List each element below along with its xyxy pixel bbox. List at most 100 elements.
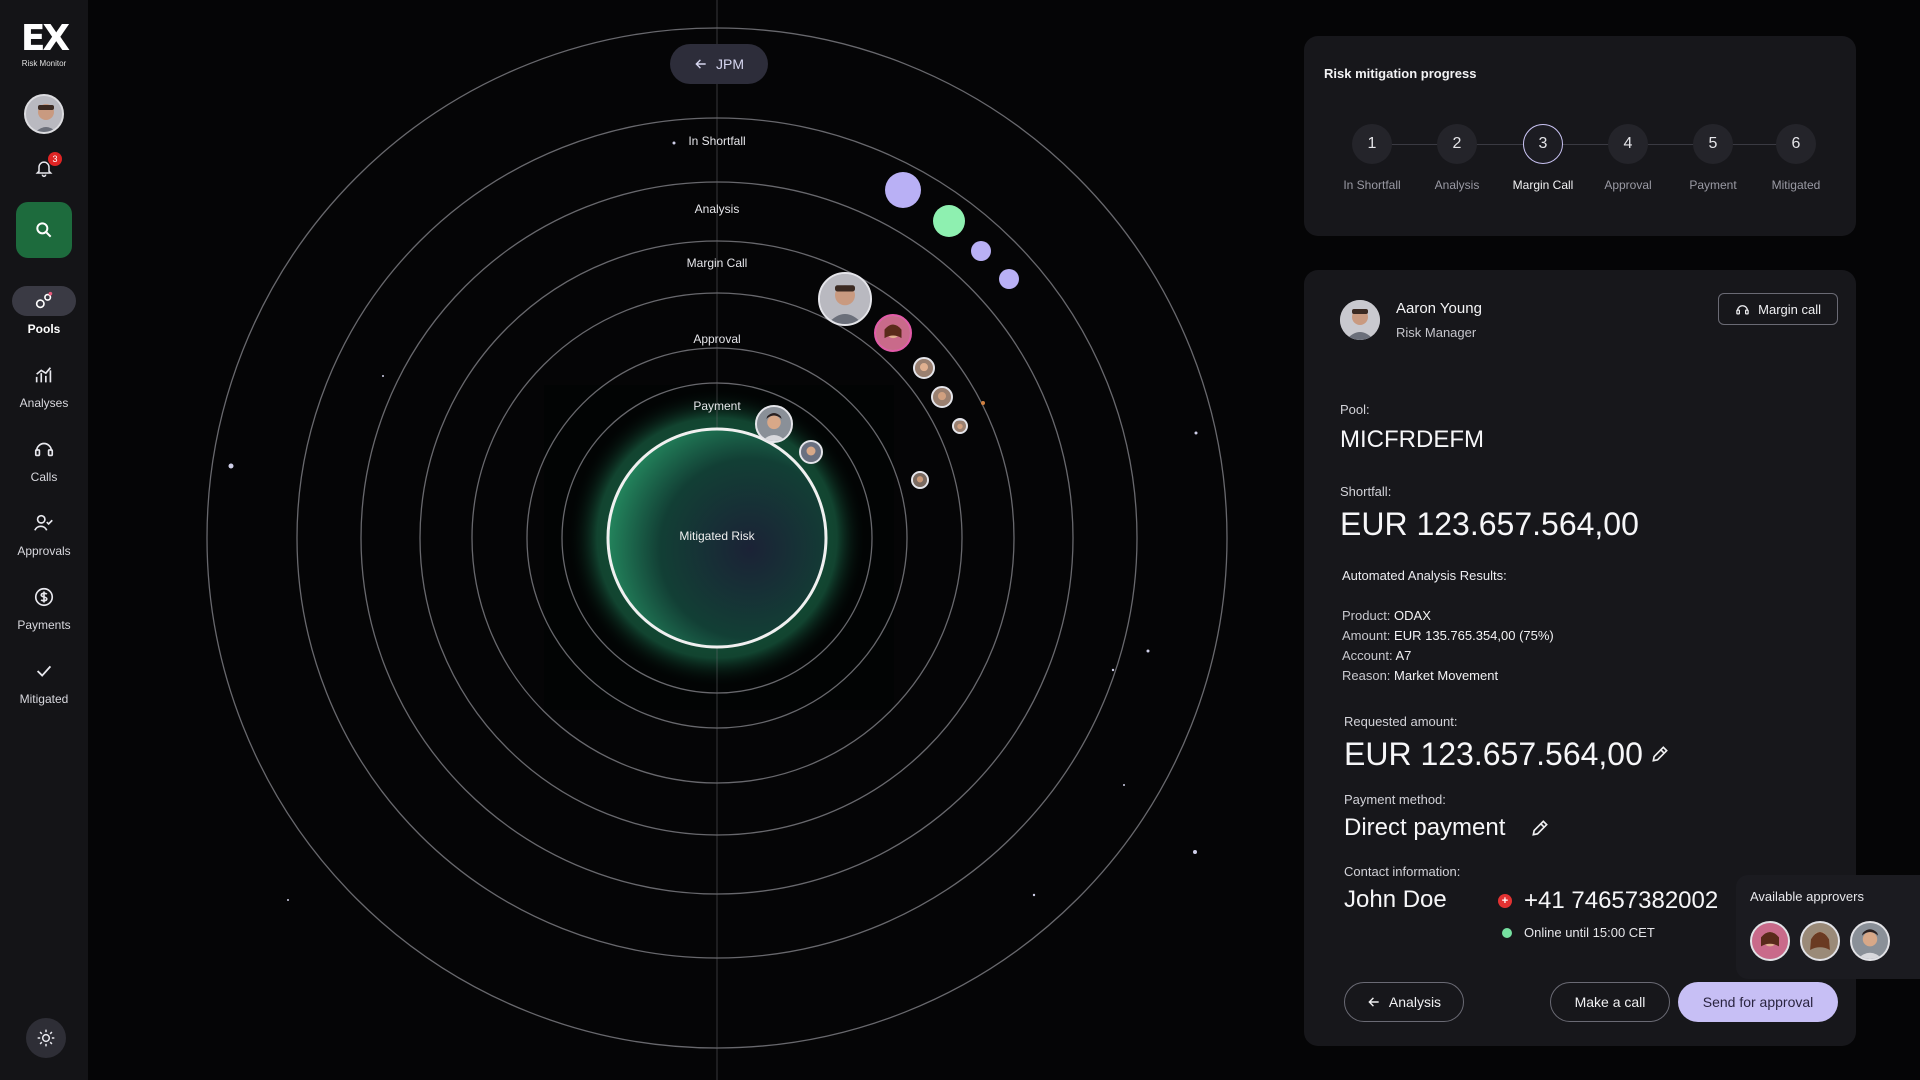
step-number: 6 (1776, 124, 1816, 164)
orbit-view: JPM In Shortfall Analysis Margin Call Ap… (88, 0, 1288, 1080)
ring-label-in-shortfall: In Shortfall (688, 134, 746, 148)
make-call-label: Make a call (1574, 994, 1646, 1010)
nav-label-mitigated: Mitigated (19, 692, 69, 706)
nav-item-calls[interactable]: Calls (8, 434, 80, 484)
step-number: 3 (1523, 124, 1563, 164)
progress-steps: 1 In Shortfall 2 Analysis 3 Margin Call … (1328, 124, 1828, 204)
back-button[interactable]: JPM (670, 44, 768, 84)
account-value: A7 (1395, 648, 1412, 663)
product-row: Product: ODAX (1342, 608, 1431, 623)
nav-item-payments[interactable]: Payments (8, 582, 80, 632)
orbit-avatar[interactable] (913, 357, 935, 379)
product-value: ODAX (1394, 608, 1431, 623)
calls-icon (12, 434, 76, 464)
sidebar: EX Risk Monitor 3 Pools Analyses Calls A… (0, 0, 88, 1080)
step-number: 2 (1437, 124, 1477, 164)
step-label: Margin Call (1512, 178, 1574, 192)
step-2[interactable]: 2 Analysis (1417, 124, 1497, 192)
analysis-back-button[interactable]: Analysis (1344, 982, 1464, 1022)
payments-icon (12, 582, 76, 612)
pool-bubble[interactable] (971, 241, 991, 261)
online-status: Online until 15:00 CET (1524, 925, 1655, 940)
reason-label: Reason: (1342, 668, 1391, 683)
ring-label-approval: Approval (693, 332, 741, 346)
notifications-button[interactable]: 3 (30, 152, 62, 182)
nav-item-analyses[interactable]: Analyses (8, 360, 80, 410)
step-label: Mitigated (1771, 178, 1821, 192)
nav-label-approvals: Approvals (17, 544, 71, 558)
logo-mark: EX (20, 18, 70, 59)
approver-avatar[interactable] (1850, 921, 1890, 961)
analysis-title: Automated Analysis Results: (1342, 568, 1507, 583)
analyses-icon (12, 360, 76, 390)
reason-value: Market Movement (1394, 668, 1499, 683)
user-role: Risk Manager (1396, 325, 1477, 340)
orbit-avatar[interactable] (818, 272, 872, 326)
margin-call-button[interactable]: Margin call (1718, 293, 1838, 325)
arrow-left-icon (695, 59, 706, 69)
amount-row: Amount: EUR 135.765.354,00 (75%) (1342, 628, 1554, 643)
search-icon (36, 222, 52, 238)
step-label: In Shortfall (1343, 178, 1401, 192)
step-1[interactable]: 1 In Shortfall (1332, 124, 1412, 192)
pool-bubble[interactable] (933, 205, 965, 237)
approvals-icon (12, 508, 76, 538)
orbit-avatar[interactable] (874, 314, 912, 352)
analysis-back-label: Analysis (1388, 994, 1442, 1010)
nav-label-pools: Pools (27, 322, 61, 336)
step-5[interactable]: 5 Payment (1673, 124, 1753, 192)
step-3[interactable]: 3 Margin Call (1503, 124, 1583, 192)
orbit-avatar[interactable] (799, 440, 823, 464)
online-status-dot (1502, 928, 1512, 938)
approver-avatar[interactable] (1750, 921, 1790, 961)
pool-value: MICFRDEFM (1340, 426, 1484, 453)
edit-amount-icon[interactable] (1650, 744, 1670, 764)
user-avatar (1340, 300, 1380, 340)
requested-value: EUR 123.657.564,00 (1344, 736, 1643, 772)
step-label: Analysis (1434, 178, 1480, 192)
step-number: 4 (1608, 124, 1648, 164)
nav-label-payments: Payments (17, 618, 71, 632)
approvers-popover: Available approvers (1736, 875, 1920, 979)
pool-label: Pool: (1340, 402, 1370, 417)
pool-bubble[interactable] (885, 172, 921, 208)
back-label: JPM (716, 56, 744, 72)
margin-call-label: Margin call (1758, 301, 1821, 317)
step-4[interactable]: 4 Approval (1588, 124, 1668, 192)
progress-title: Risk mitigation progress (1324, 66, 1477, 81)
reason-row: Reason: Market Movement (1342, 668, 1498, 683)
nav-label-calls: Calls (30, 470, 58, 484)
user-avatar[interactable] (24, 94, 64, 134)
step-6[interactable]: 6 Mitigated (1756, 124, 1836, 192)
amount-value: EUR 135.765.354,00 (75%) (1394, 628, 1554, 643)
contact-name: John Doe (1344, 886, 1447, 913)
app-root: EX Risk Monitor 3 Pools Analyses Calls A… (0, 0, 1920, 1080)
step-number: 5 (1693, 124, 1733, 164)
center-label-mitigated-risk: Mitigated Risk (679, 529, 755, 543)
logo[interactable]: EX Risk Monitor (20, 18, 70, 69)
nav-label-analyses: Analyses (19, 396, 69, 410)
orbit-avatar[interactable] (952, 418, 968, 434)
approver-avatar[interactable] (1800, 921, 1840, 961)
approvers-list (1750, 921, 1890, 961)
contact-phone: +41 74657382002 (1524, 887, 1719, 914)
make-call-button[interactable]: Make a call (1550, 982, 1670, 1022)
check-icon (12, 656, 76, 686)
contact-label: Contact information: (1344, 864, 1461, 879)
edit-payment-icon[interactable] (1530, 818, 1550, 838)
pool-bubble[interactable] (999, 269, 1019, 289)
theme-toggle-button[interactable] (26, 1018, 66, 1058)
nav-item-pools[interactable]: Pools (8, 286, 80, 336)
send-approval-button[interactable]: Send for approval (1678, 982, 1838, 1022)
search-button[interactable] (16, 202, 72, 258)
nav-item-mitigated[interactable]: Mitigated (8, 656, 80, 706)
headset-icon (1736, 304, 1749, 314)
requested-label: Requested amount: (1344, 714, 1458, 729)
orbit-avatar[interactable] (755, 405, 793, 443)
pools-icon (12, 286, 76, 316)
orbit-avatar[interactable] (911, 471, 929, 489)
step-label: Approval (1604, 178, 1652, 192)
step-label: Payment (1689, 178, 1737, 192)
orbit-avatar[interactable] (931, 386, 953, 408)
nav-item-approvals[interactable]: Approvals (8, 508, 80, 558)
